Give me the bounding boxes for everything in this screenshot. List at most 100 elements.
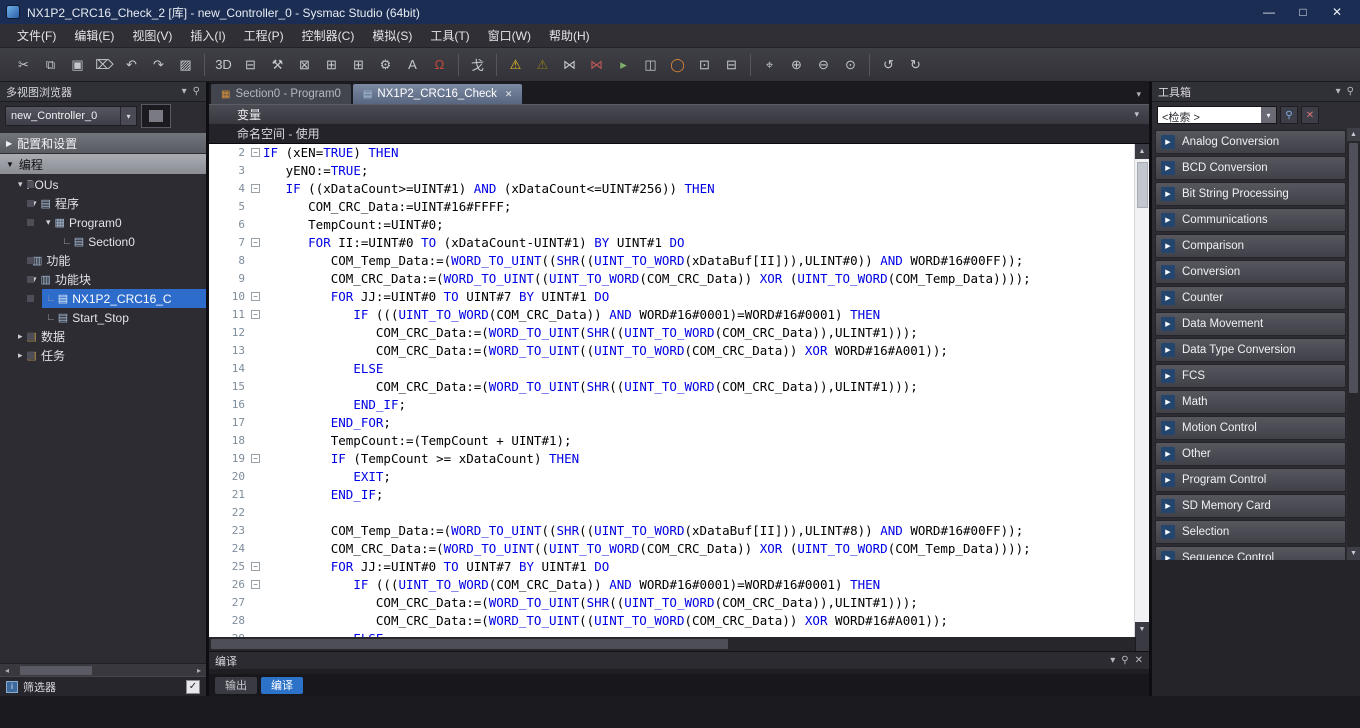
toolbox-item-fcs[interactable]: ▶FCS (1155, 364, 1346, 388)
data-grid-icon[interactable]: ⊞ (346, 52, 371, 77)
tree-item-functions[interactable]: ▥功能 (0, 251, 206, 270)
toolbox-scrollbar[interactable]: ▲ ▼ (1347, 128, 1360, 560)
edit-section-icon[interactable]: ▨ (173, 52, 198, 77)
editor-vertical-scrollbar[interactable]: ▲ ▼ (1134, 144, 1149, 637)
menu-item-1[interactable]: 编辑(E) (65, 24, 123, 47)
scroll-down-icon[interactable]: ▼ (1135, 622, 1150, 637)
code-line[interactable]: 12 COM_CRC_Data:=(WORD_TO_UINT(SHR((UINT… (209, 324, 1134, 342)
go-offline-icon[interactable]: ⋈ (584, 52, 609, 77)
scrollbar-thumb[interactable] (1137, 162, 1148, 208)
tree-item-function-blocks[interactable]: ▾▥功能块 (0, 270, 206, 289)
code-line[interactable]: 24 COM_CRC_Data:=(WORD_TO_UINT((UINT_TO_… (209, 540, 1134, 558)
cut-icon[interactable]: ✂ (11, 52, 36, 77)
code-line[interactable]: 27 COM_CRC_Data:=(WORD_TO_UINT(SHR((UINT… (209, 594, 1134, 612)
rebuild-icon[interactable]: ⚠ (530, 52, 555, 77)
tab-output[interactable]: 输出 (215, 677, 257, 694)
menu-item-9[interactable]: 帮助(H) (540, 24, 599, 47)
chevron-down-icon[interactable]: ▾ (46, 217, 51, 228)
fold-toggle-icon[interactable]: − (251, 148, 260, 157)
chevron-down-icon[interactable]: ▾ (1336, 86, 1341, 97)
tree-item-pous[interactable]: ▾POUs (0, 175, 206, 194)
toolbox-item-selection[interactable]: ▶Selection (1155, 520, 1346, 544)
tree-item-program0[interactable]: ▾▦Program0 (0, 213, 206, 232)
editor-horizontal-scrollbar[interactable] (209, 637, 1149, 651)
tree-item-programs[interactable]: ▾▤程序 (0, 194, 206, 213)
menu-item-6[interactable]: 模拟(S) (363, 24, 421, 47)
code-line[interactable]: 10− FOR JJ:=UINT#0 TO UINT#7 BY UINT#1 D… (209, 288, 1134, 306)
toolbox-item-counter[interactable]: ▶Counter (1155, 286, 1346, 310)
code-line[interactable]: 14 ELSE (209, 360, 1134, 378)
io-map-icon[interactable]: ⊠ (292, 52, 317, 77)
layers-icon[interactable]: ⊟ (238, 52, 263, 77)
code-line[interactable]: 26− IF (((UINT_TO_WORD(COM_CRC_Data)) AN… (209, 576, 1134, 594)
toolbox-search-combo[interactable]: <检索 > ▾ (1157, 106, 1277, 124)
code-line[interactable]: 5 COM_CRC_Data:=UINT#16#FFFF; (209, 198, 1134, 216)
code-line[interactable]: 18 TempCount:=(TempCount + UINT#1); (209, 432, 1134, 450)
paste-icon[interactable]: ▣ (65, 52, 90, 77)
variables-bar[interactable]: 变量 ▾ (209, 104, 1149, 124)
fold-toggle-icon[interactable]: − (251, 454, 260, 463)
code-line[interactable]: 20 EXIT; (209, 468, 1134, 486)
st-check-icon[interactable]: 戈 (465, 52, 490, 77)
chevron-right-icon[interactable]: ▸ (18, 350, 23, 361)
code-line[interactable]: 15 COM_CRC_Data:=(WORD_TO_UINT(SHR((UINT… (209, 378, 1134, 396)
menu-item-7[interactable]: 工具(T) (421, 24, 478, 47)
watch-window-icon[interactable]: ⊟ (719, 52, 744, 77)
scroll-up-icon[interactable]: ▲ (1135, 144, 1150, 159)
toolbox-item-communications[interactable]: ▶Communications (1155, 208, 1346, 232)
code-line[interactable]: 8 COM_Temp_Data:=(WORD_TO_UINT((SHR((UIN… (209, 252, 1134, 270)
scrollbar-thumb[interactable] (211, 639, 728, 649)
code-line[interactable]: 28 COM_CRC_Data:=(WORD_TO_UINT((UINT_TO_… (209, 612, 1134, 630)
code-line[interactable]: 25− FOR JJ:=UINT#0 TO UINT#7 BY UINT#1 D… (209, 558, 1134, 576)
tree-category-programming[interactable]: ▼编程 (0, 154, 206, 174)
stop-monitoring-icon[interactable]: ◯ (665, 52, 690, 77)
code-line[interactable]: 21 END_IF; (209, 486, 1134, 504)
redo-icon[interactable]: ↷ (146, 52, 171, 77)
tree-item-section0[interactable]: ∟▤Section0 (0, 232, 206, 251)
toolbox-item-math[interactable]: ▶Math (1155, 390, 1346, 414)
select-rectangle-icon[interactable]: ⌖ (757, 52, 782, 77)
namespace-bar[interactable]: 命名空间 - 使用 (209, 124, 1149, 144)
fold-toggle-icon[interactable]: − (251, 310, 260, 319)
code-line[interactable]: 29 ELSE (209, 630, 1134, 637)
tree-item-start-stop[interactable]: ∟▤Start_Stop (0, 308, 206, 327)
toolbox-item-other[interactable]: ▶Other (1155, 442, 1346, 466)
scrollbar-thumb[interactable] (1349, 143, 1358, 393)
explorer-horizontal-scrollbar[interactable]: ◂ ▸ (0, 663, 206, 676)
tree-category-configurations-setup[interactable]: ▶配置和设置 (0, 133, 206, 153)
copy-icon[interactable]: ⧉ (38, 52, 63, 77)
code-line[interactable]: 13 COM_CRC_Data:=(WORD_TO_UINT((UINT_TO_… (209, 342, 1134, 360)
view-3d-icon[interactable]: 3D (211, 52, 236, 77)
build-tools-icon[interactable]: ⚒ (265, 52, 290, 77)
synchronize-icon[interactable]: ↺ (876, 52, 901, 77)
zoom-in-icon[interactable]: ⊕ (784, 52, 809, 77)
scroll-right-icon[interactable]: ▸ (192, 666, 206, 675)
close-panel-icon[interactable]: ✕ (1135, 655, 1143, 666)
chevron-down-icon[interactable]: ▾ (120, 107, 136, 125)
code-line[interactable]: 7− FOR II:=UINT#0 TO (xDataCount-UINT#1)… (209, 234, 1134, 252)
chevron-down-icon[interactable]: ▾ (18, 179, 23, 190)
code-line[interactable]: 22 (209, 504, 1134, 522)
minimize-button[interactable]: — (1252, 2, 1286, 22)
menu-item-0[interactable]: 文件(F) (8, 24, 65, 47)
code-line[interactable]: 23 COM_Temp_Data:=(WORD_TO_UINT((SHR((UI… (209, 522, 1134, 540)
task-settings-icon[interactable]: ⚙ (373, 52, 398, 77)
maximize-button[interactable]: □ (1286, 2, 1320, 22)
code-line[interactable]: 2−IF (xEN=TRUE) THEN (209, 144, 1134, 162)
go-online-icon[interactable]: ⋈ (557, 52, 582, 77)
delete-icon[interactable]: ⌦ (92, 52, 117, 77)
tab-section0-program0[interactable]: ▦ Section0 - Program0 (211, 84, 351, 104)
close-tab-icon[interactable]: ✕ (505, 89, 513, 100)
toolbox-item-sequence-control[interactable]: ▶Sequence Control (1155, 546, 1346, 560)
toolbox-item-bcd-conversion[interactable]: ▶BCD Conversion (1155, 156, 1346, 180)
simulation-icon[interactable]: Ω (427, 52, 452, 77)
toolbox-item-conversion[interactable]: ▶Conversion (1155, 260, 1346, 284)
search-icon[interactable]: ⚲ (1280, 106, 1298, 124)
st-code-editor[interactable]: 2−IF (xEN=TRUE) THEN3 yENO:=TRUE;4− IF (… (209, 144, 1149, 637)
toolbox-item-comparison[interactable]: ▶Comparison (1155, 234, 1346, 258)
pin-icon[interactable]: ⚲ (1121, 655, 1128, 666)
search-all-icon[interactable]: A (400, 52, 425, 77)
fold-toggle-icon[interactable]: − (251, 580, 260, 589)
toolbox-item-analog-conversion[interactable]: ▶Analog Conversion (1155, 130, 1346, 154)
toolbox-item-data-movement[interactable]: ▶Data Movement (1155, 312, 1346, 336)
